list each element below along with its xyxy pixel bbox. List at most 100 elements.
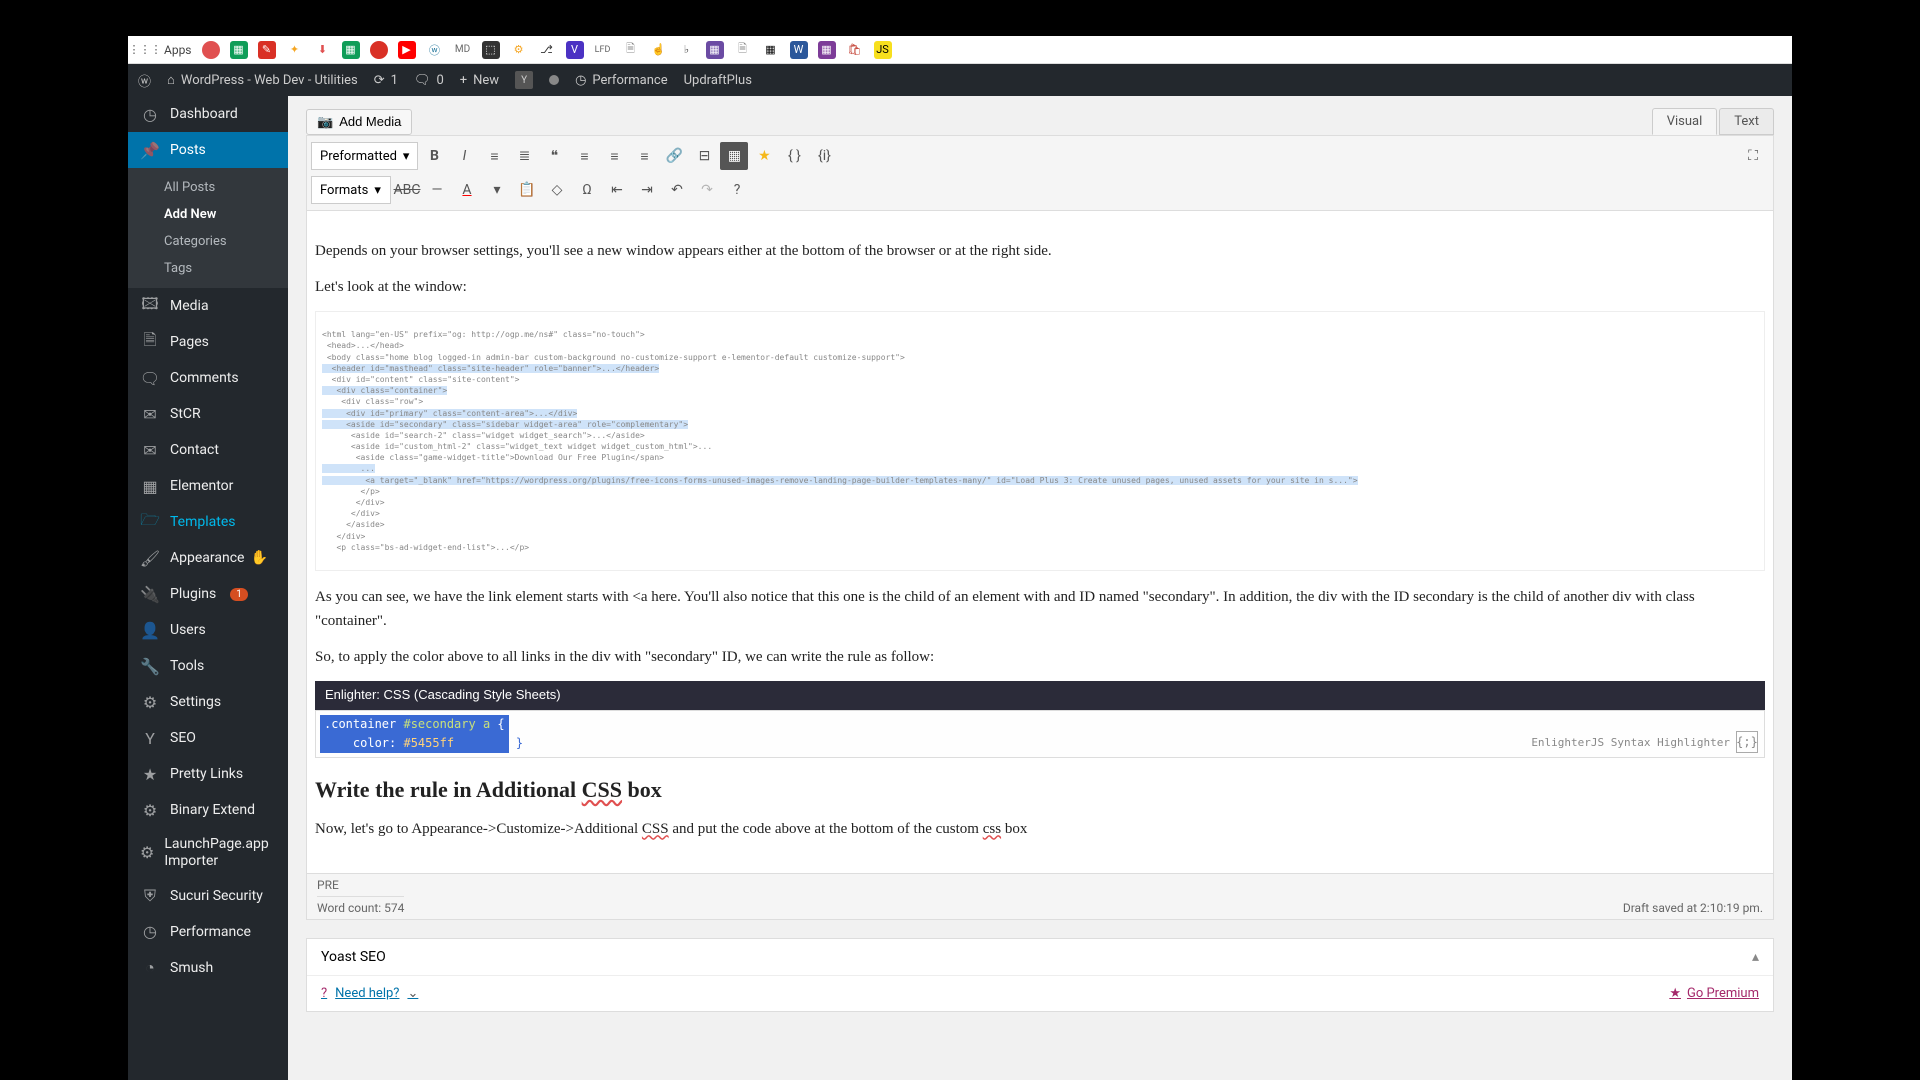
bookmark-icon[interactable] <box>202 41 220 59</box>
yoast-metabox-header[interactable]: Yoast SEO ▴ <box>307 939 1773 975</box>
submenu-tags[interactable]: Tags <box>128 255 288 282</box>
paste-button[interactable]: 📋 <box>513 176 541 204</box>
apps-label[interactable]: Apps <box>164 43 192 57</box>
collapse-icon[interactable]: ▴ <box>1752 949 1759 965</box>
bookmark-icon[interactable]: 🛍 <box>846 41 864 59</box>
bookmark-icon[interactable]: ▦ <box>230 41 248 59</box>
strikethrough-button[interactable]: ABC <box>393 176 421 204</box>
format-select[interactable]: Preformatted▾ <box>311 142 418 170</box>
bookmark-icon[interactable]: 🗎 <box>622 41 640 59</box>
bookmark-icon[interactable]: ⓦ <box>426 41 444 59</box>
textcolor-button[interactable]: A <box>453 176 481 204</box>
bookmark-icon[interactable]: ▦ <box>706 41 724 59</box>
bookmark-icon[interactable] <box>370 41 388 59</box>
bookmark-icon[interactable]: ▶ <box>398 41 416 59</box>
bookmark-icon[interactable]: ⬚ <box>482 41 500 59</box>
bookmark-icon[interactable]: ⬇ <box>314 41 332 59</box>
code-inline-button[interactable]: {i} <box>810 142 838 170</box>
code-button[interactable]: { } <box>780 142 808 170</box>
site-link[interactable]: ⌂ WordPress - Web Dev - Utilities <box>167 72 358 88</box>
bookmark-icon[interactable]: ☝ <box>650 41 668 59</box>
toolbar-toggle-button[interactable]: ▦ <box>720 142 748 170</box>
align-right-button[interactable]: ≡ <box>630 142 658 170</box>
need-help-link[interactable]: ? Need help? ⌄ <box>321 986 418 1001</box>
bookmark-icon[interactable]: ⚙ <box>510 41 528 59</box>
sidebar-item-binary-extend[interactable]: ⚙Binary Extend <box>128 792 288 828</box>
bookmark-icon[interactable]: ▦ <box>342 41 360 59</box>
sidebar-item-media[interactable]: 🖾Media <box>128 288 288 324</box>
numlist-button[interactable]: ≣ <box>510 142 538 170</box>
updraft-link[interactable]: UpdraftPlus <box>684 73 752 88</box>
redo-button[interactable]: ↷ <box>693 176 721 204</box>
bookmark-icon[interactable]: MD <box>454 41 472 59</box>
blockquote-button[interactable]: ❝ <box>540 142 568 170</box>
sidebar-item-dashboard[interactable]: ◷Dashboard <box>128 96 288 132</box>
fullscreen-button[interactable]: ⛶ <box>1739 142 1767 170</box>
tab-visual[interactable]: Visual <box>1652 108 1718 135</box>
add-media-button[interactable]: 📷 Add Media <box>306 109 412 135</box>
formats-select[interactable]: Formats▾ <box>311 176 391 204</box>
bookmark-icon[interactable]: V <box>566 41 584 59</box>
updates-link[interactable]: ⟳ 1 <box>374 73 398 88</box>
sidebar-item-pages[interactable]: 🗎Pages <box>128 324 288 360</box>
sidebar-item-stcr[interactable]: ✉StCR <box>128 396 288 432</box>
more-button[interactable]: ⊟ <box>690 142 718 170</box>
sidebar-item-comments[interactable]: 🗨Comments <box>128 360 288 396</box>
bookmark-icon[interactable]: ✦ <box>286 41 304 59</box>
bold-button[interactable]: B <box>420 142 448 170</box>
sidebar-item-templates[interactable]: 🗁Templates <box>128 504 288 540</box>
indent-button[interactable]: ⇥ <box>633 176 661 204</box>
sidebar-item-plugins[interactable]: 🔌Plugins1 <box>128 576 288 612</box>
link-button[interactable]: 🔗 <box>660 142 688 170</box>
editor-content[interactable]: Depends on your browser settings, you'll… <box>306 211 1774 874</box>
textcolor-picker-button[interactable]: ▾ <box>483 176 511 204</box>
sidebar-item-elementor[interactable]: ▦Elementor <box>128 468 288 504</box>
star-button[interactable]: ★ <box>750 142 778 170</box>
sidebar-item-launchpage[interactable]: ⚙LaunchPage.app Importer <box>128 828 288 878</box>
bookmark-icon[interactable]: ▦ <box>818 41 836 59</box>
sidebar-item-settings[interactable]: ⚙Settings <box>128 684 288 720</box>
apps-icon[interactable]: ⋮⋮⋮ <box>136 41 154 59</box>
bookmark-icon[interactable]: ♭ <box>678 41 696 59</box>
clear-format-button[interactable]: ◇ <box>543 176 571 204</box>
sidebar-item-sucuri[interactable]: ⛨Sucuri Security <box>128 878 288 914</box>
sidebar-item-users[interactable]: 👤Users <box>128 612 288 648</box>
bookmark-icon[interactable]: ▦ <box>762 41 780 59</box>
bookmark-icon[interactable]: JS <box>874 41 892 59</box>
bookmark-icon[interactable]: W <box>790 41 808 59</box>
adminbar-dot-icon[interactable] <box>549 75 559 85</box>
performance-link[interactable]: ◷ Performance <box>575 73 668 88</box>
submenu-categories[interactable]: Categories <box>128 228 288 255</box>
yoast-adminbar-icon[interactable]: Y <box>515 71 533 89</box>
submenu-add-new[interactable]: Add New <box>128 201 288 228</box>
italic-button[interactable]: I <box>450 142 478 170</box>
go-premium-link[interactable]: ★ Go Premium <box>1669 986 1759 1001</box>
enlighter-code-block[interactable]: Enlighter: CSS (Cascading Style Sheets) … <box>315 681 1765 758</box>
sidebar-item-pretty-links[interactable]: ★Pretty Links <box>128 756 288 792</box>
wp-logo-icon[interactable]: ⓦ <box>138 71 151 90</box>
hr-button[interactable]: — <box>423 176 451 204</box>
sidebar-item-contact[interactable]: ✉Contact <box>128 432 288 468</box>
help-button[interactable]: ? <box>723 176 751 204</box>
sidebar-item-performance[interactable]: ◷Performance <box>128 914 288 950</box>
element-path[interactable]: PRE <box>317 874 404 896</box>
align-center-button[interactable]: ≡ <box>600 142 628 170</box>
submenu-all-posts[interactable]: All Posts <box>128 174 288 201</box>
sidebar-item-tools[interactable]: 🔧Tools <box>128 648 288 684</box>
outdent-button[interactable]: ⇤ <box>603 176 631 204</box>
tab-text[interactable]: Text <box>1719 108 1774 135</box>
new-link[interactable]: + New <box>460 73 499 88</box>
enlighter-settings-icon[interactable]: {;} <box>1736 731 1758 753</box>
bookmark-icon[interactable]: 🗎 <box>734 41 752 59</box>
comments-link[interactable]: 🗨 0 <box>414 73 444 88</box>
sidebar-item-appearance[interactable]: 🖌Appearance✋ <box>128 540 288 576</box>
bookmark-icon[interactable]: ⎇ <box>538 41 556 59</box>
align-left-button[interactable]: ≡ <box>570 142 598 170</box>
sidebar-item-seo[interactable]: YSEO <box>128 720 288 756</box>
special-char-button[interactable]: Ω <box>573 176 601 204</box>
bookmark-icon[interactable]: LFD <box>594 41 612 59</box>
sidebar-item-posts[interactable]: 📌Posts <box>128 132 288 168</box>
bullist-button[interactable]: ≡ <box>480 142 508 170</box>
sidebar-item-smush[interactable]: ◔Smush <box>128 950 288 986</box>
bookmark-icon[interactable]: ✎ <box>258 41 276 59</box>
